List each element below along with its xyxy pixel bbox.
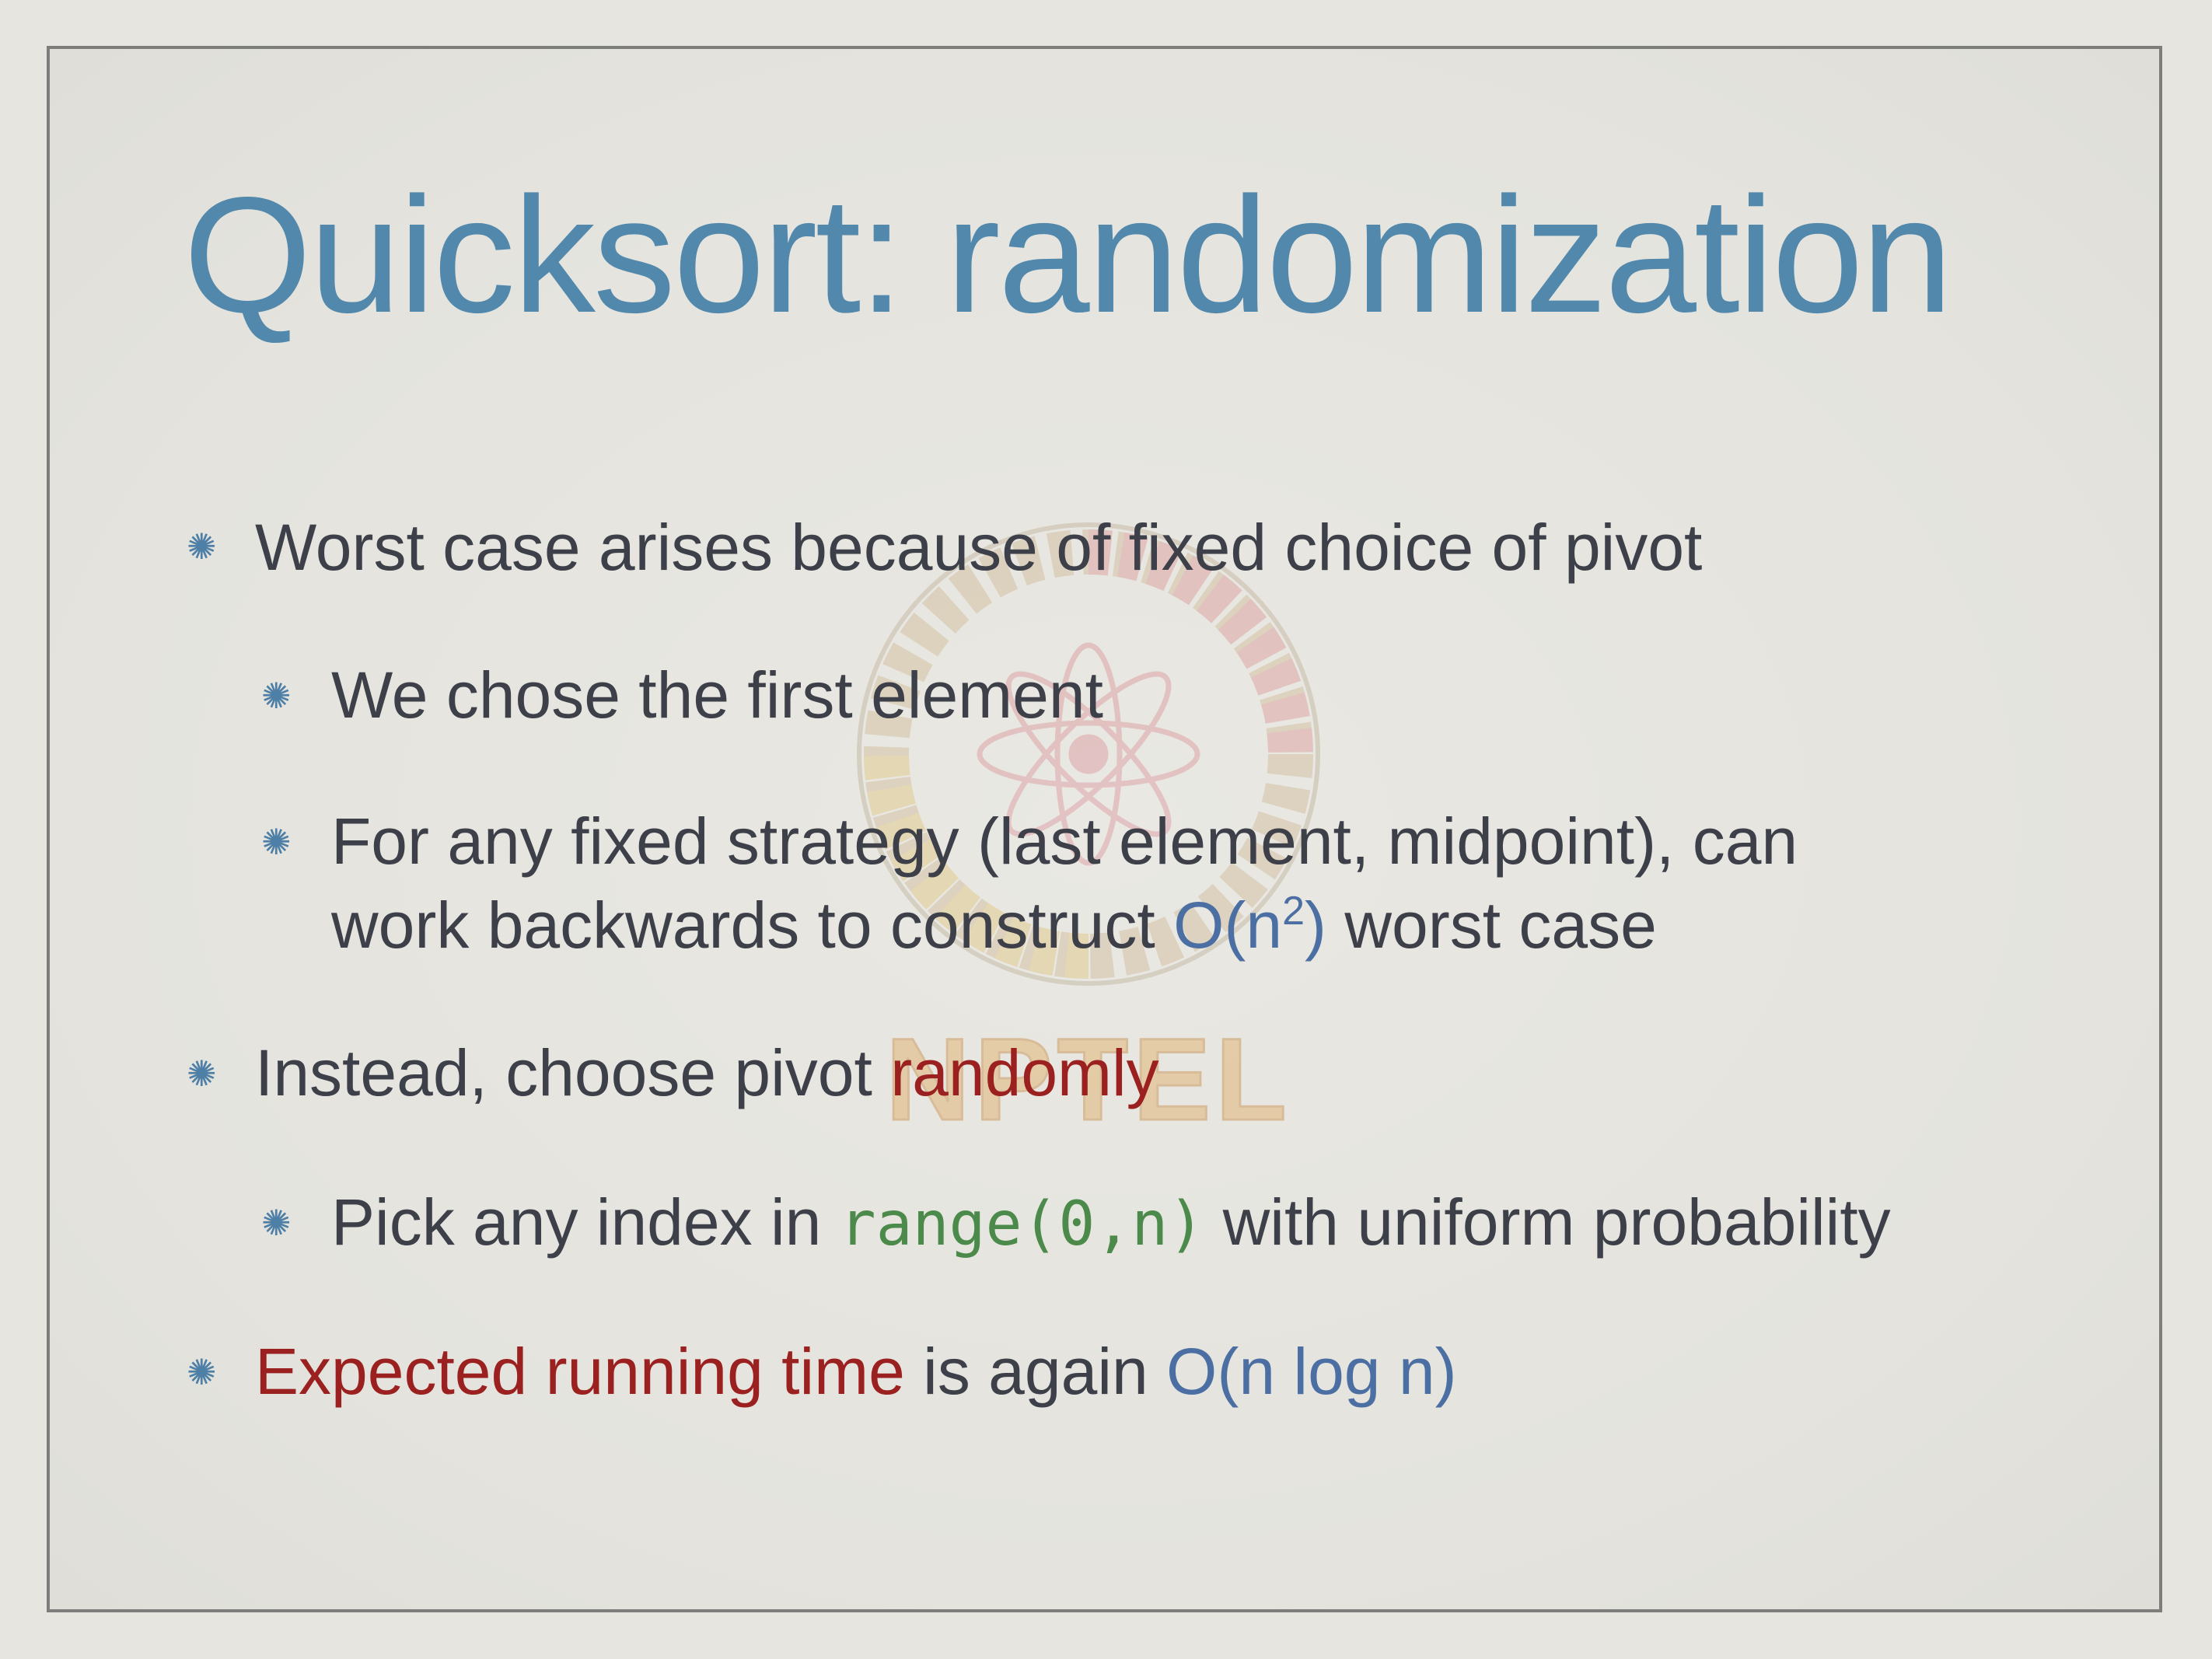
bullet-fixed-strategy: For any fixed strategy (last element, mi…: [331, 799, 1798, 967]
emphasis-expected-running-time: Expected running time: [255, 1335, 905, 1408]
bullet-worst-case: Worst case arises because of fixed choic…: [255, 505, 1702, 589]
asterisk-bullet-icon: ✺: [261, 822, 292, 862]
math-open: O(n: [1173, 889, 1283, 962]
line2-suffix: worst case: [1326, 889, 1657, 962]
complexity-n-log-n: O(n log n): [1166, 1335, 1457, 1408]
asterisk-bullet-icon: ✺: [187, 1053, 217, 1094]
line2-prefix: work backwards to construct: [331, 889, 1174, 962]
math-close: ): [1305, 889, 1326, 962]
bullet-text-line1: For any fixed strategy (last element, mi…: [331, 805, 1798, 878]
math-exponent: 2: [1282, 889, 1305, 934]
asterisk-bullet-icon: ✺: [187, 526, 217, 567]
bullet-choose-randomly: Instead, choose pivot randomly: [255, 1031, 1159, 1115]
asterisk-bullet-icon: ✺: [187, 1352, 217, 1392]
slide-title: Quicksort: randomization: [183, 162, 1953, 347]
code-range: range(0,n): [839, 1189, 1205, 1259]
bullet-expected-time: Expected running time is again O(n log n…: [255, 1329, 1457, 1413]
bullet-text: Instead, choose pivot: [255, 1036, 891, 1109]
bullet-text-prefix: Pick any index in: [331, 1186, 840, 1259]
complexity-n-squared: O(n2): [1173, 889, 1326, 962]
bullet-pick-index: Pick any index in range(0,n) with unifor…: [331, 1180, 1891, 1266]
bullet-text: We chose the first element: [331, 658, 1103, 732]
bullet-first-element: We chose the first element: [331, 653, 1103, 737]
emphasis-randomly: randomly: [890, 1036, 1159, 1109]
asterisk-bullet-icon: ✺: [261, 676, 292, 716]
bullet-text-mid: is again: [904, 1335, 1167, 1408]
bullet-text-suffix: with uniform probability: [1204, 1186, 1891, 1259]
bullet-text-line2: work backwards to construct O(n2) worst …: [331, 883, 1798, 967]
asterisk-bullet-icon: ✺: [261, 1203, 292, 1243]
bullet-text: Worst case arises because of fixed choic…: [255, 511, 1703, 584]
